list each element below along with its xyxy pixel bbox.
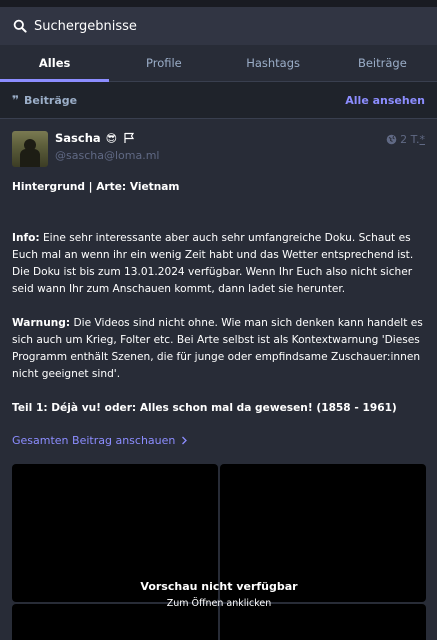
read-more-link[interactable]: Gesamten Beitrag anschauen (12, 434, 425, 447)
post-title: Hintergrund | Arte: Vietnam (12, 181, 180, 193)
status-post[interactable]: Sascha 😎 @sascha@loma.ml 2 T. * Hintergr… (0, 119, 437, 447)
media-item[interactable] (12, 604, 218, 640)
chevron-right-icon (181, 436, 188, 445)
part-title: Teil 1: Déjà vu! oder: Alles schon mal d… (12, 402, 397, 414)
tab-hashtags[interactable]: Hashtags (219, 45, 328, 81)
search-bar[interactable]: Suchergebnisse (0, 7, 437, 45)
bot-flag-icon (123, 132, 135, 144)
globe-icon (386, 134, 397, 145)
post-content: Hintergrund | Arte: Vietnam Info: Eine s… (12, 179, 425, 417)
media-item[interactable] (12, 464, 218, 602)
section-title: Beiträge (24, 93, 78, 107)
top-strip (0, 0, 437, 7)
media-item[interactable] (220, 604, 426, 640)
warning-label: Warnung: (12, 317, 71, 329)
post-meta: 2 T. * (386, 133, 425, 146)
post-timestamp[interactable]: 2 T. (400, 133, 419, 146)
tab-posts[interactable]: Beiträge (328, 45, 437, 81)
search-input[interactable]: Suchergebnisse (34, 19, 137, 34)
quote-icon: ❞ (12, 93, 20, 107)
media-gallery[interactable] (12, 464, 426, 640)
media-item[interactable] (220, 464, 426, 602)
post-header: Sascha 😎 @sascha@loma.ml 2 T. * (12, 131, 425, 171)
read-more-label: Gesamten Beitrag anschauen (12, 434, 176, 447)
section-header-posts: ❞ Beiträge Alle ansehen (0, 82, 437, 119)
view-all-link[interactable]: Alle ansehen (345, 94, 425, 107)
sunglasses-emoji-icon: 😎 (105, 131, 118, 145)
search-icon (13, 19, 27, 33)
account-handle[interactable]: @sascha@loma.ml (55, 149, 159, 162)
edited-marker: * (419, 133, 426, 146)
info-label: Info: (12, 232, 40, 244)
tab-profiles[interactable]: Profile (109, 45, 218, 81)
tab-all[interactable]: Alles (0, 45, 110, 82)
search-tabs: Alles Profile Hashtags Beiträge (0, 45, 437, 82)
info-text: Eine sehr interessante aber auch sehr um… (12, 232, 414, 295)
display-name[interactable]: Sascha (55, 131, 101, 145)
warning-text: Die Videos sind nicht ohne. Wie man sich… (12, 317, 423, 380)
avatar[interactable] (12, 131, 48, 167)
